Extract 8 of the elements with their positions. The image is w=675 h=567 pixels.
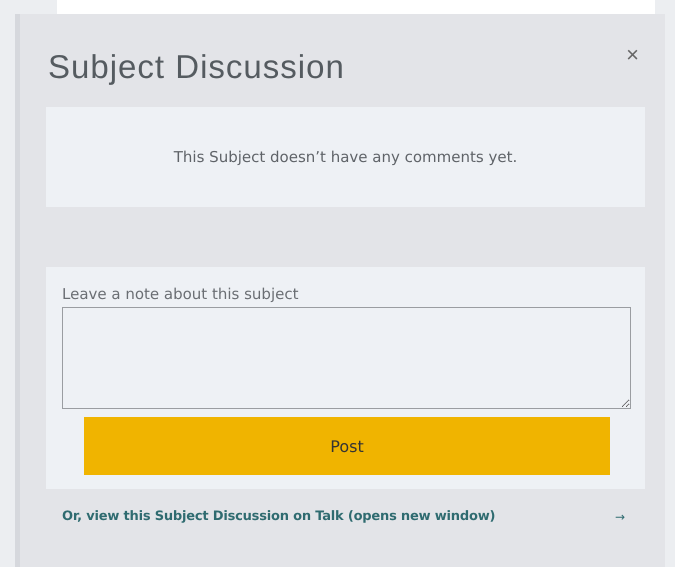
empty-message: This Subject doesn’t have any comments yet. — [174, 148, 518, 166]
close-button[interactable]: × — [620, 42, 645, 68]
post-button[interactable]: Post — [84, 417, 610, 475]
note-label: Leave a note about this subject — [62, 285, 300, 303]
arrow-icon: → — [614, 510, 625, 524]
note-input-field[interactable] — [62, 307, 631, 409]
talk-link[interactable]: Or, view this Subject Discussion on Talk (opens new window) — [62, 509, 496, 524]
dialog-title: Subject Discussion — [48, 48, 345, 86]
